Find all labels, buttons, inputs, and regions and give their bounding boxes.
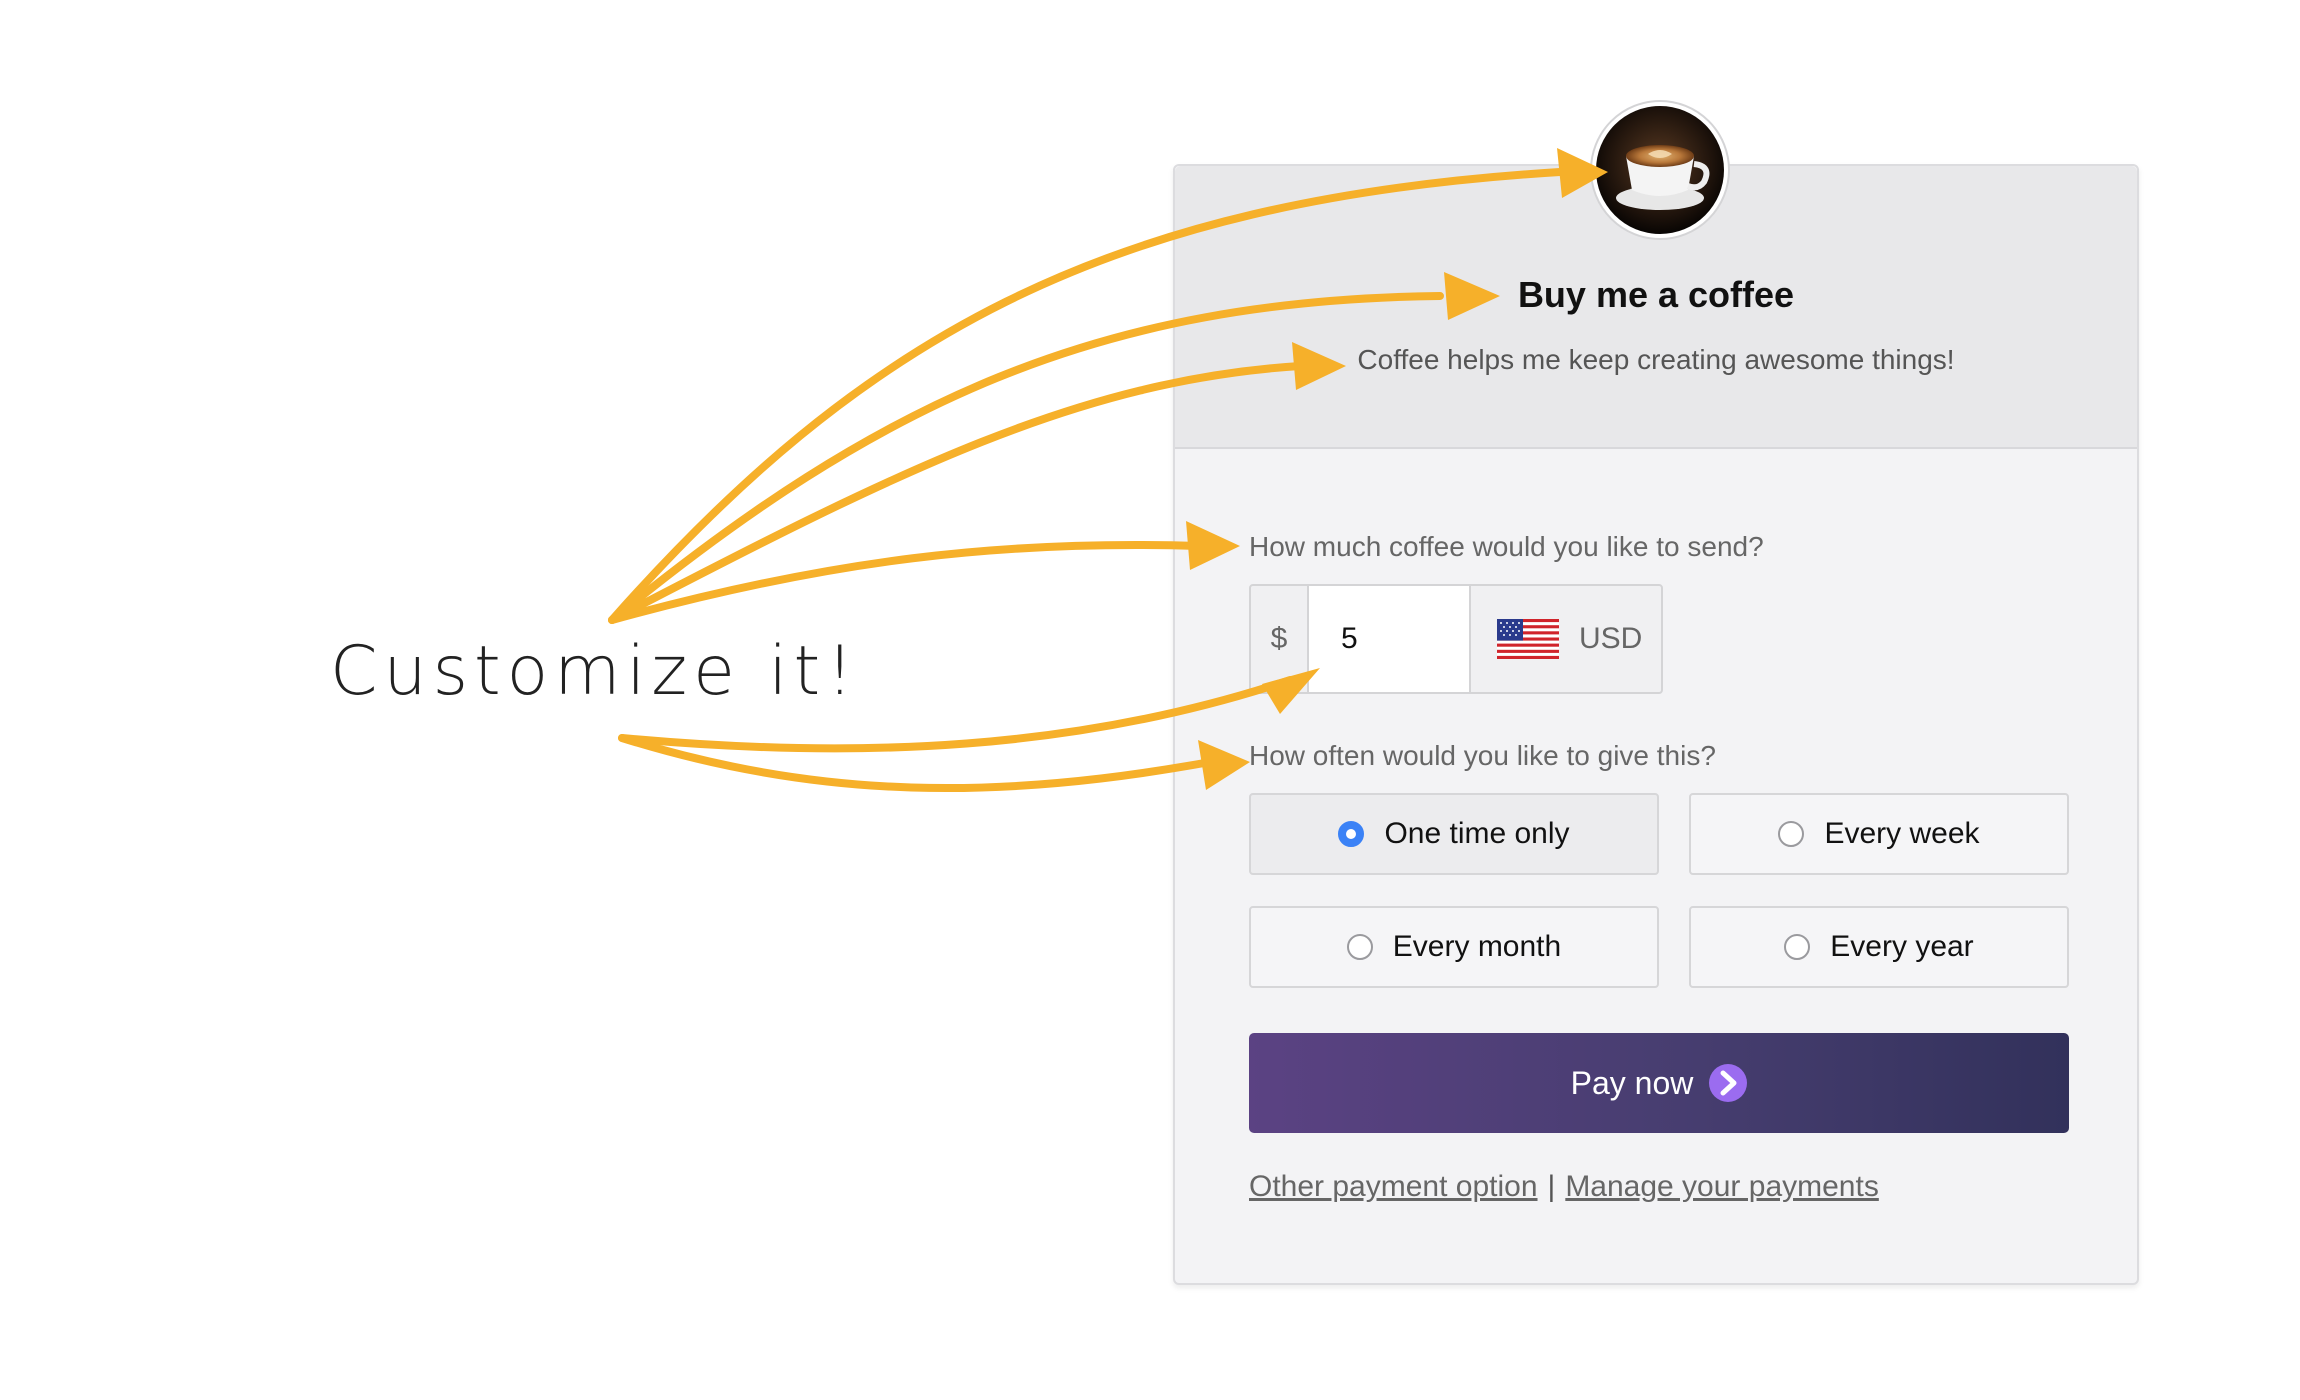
radio-icon	[1346, 934, 1373, 960]
arrow-to-amount-question	[608, 540, 1204, 624]
coffee-cup-icon	[1596, 106, 1724, 234]
currency-selector[interactable]: USD	[1579, 586, 1642, 692]
avatar	[1590, 100, 1730, 240]
radio-checked-icon	[1338, 821, 1365, 847]
pay-now-label: Pay now	[1570, 1064, 1694, 1101]
currency-symbol: $	[1251, 586, 1309, 692]
frequency-option-label: One time only	[1384, 817, 1570, 850]
card-title: Buy me a coffee	[1517, 274, 1795, 315]
footer-links: Other payment option | Manage your payment…	[1249, 1170, 1879, 1204]
frequency-option-every-year[interactable]: Every year	[1689, 906, 2069, 988]
chevron-right-icon	[1709, 1064, 1748, 1102]
arrow-to-frequency-question	[618, 734, 1214, 793]
frequency-question: How often would you like to give this?	[1249, 740, 1716, 771]
radio-icon	[1778, 821, 1805, 847]
annotation-label: Customize it!	[330, 632, 860, 711]
pay-now-button[interactable]: Pay now	[1249, 1033, 2069, 1133]
manage-payments-link[interactable]: Manage your payments	[1565, 1170, 1879, 1203]
frequency-option-every-month[interactable]: Every month	[1249, 906, 1659, 988]
us-flag-icon	[1497, 619, 1559, 659]
frequency-option-one-time[interactable]: One time only	[1249, 793, 1659, 875]
frequency-option-every-week[interactable]: Every week	[1689, 793, 2069, 875]
amount-input[interactable]	[1309, 586, 1471, 692]
frequency-option-label: Every month	[1392, 930, 1562, 963]
amount-field-group: $ USD	[1249, 584, 1663, 694]
radio-icon	[1784, 934, 1811, 960]
frequency-option-label: Every year	[1830, 930, 1974, 963]
payment-card: Buy me a coffee Coffee helps me keep cre…	[1173, 100, 2139, 1285]
frequency-option-label: Every week	[1824, 817, 1980, 850]
other-payment-option-link[interactable]: Other payment option	[1249, 1170, 1538, 1203]
amount-question: How much coffee would you like to send?	[1249, 531, 1764, 562]
card-subtitle: Coffee helps me keep creating awesome th…	[1357, 344, 1955, 375]
link-separator: |	[1547, 1170, 1556, 1203]
